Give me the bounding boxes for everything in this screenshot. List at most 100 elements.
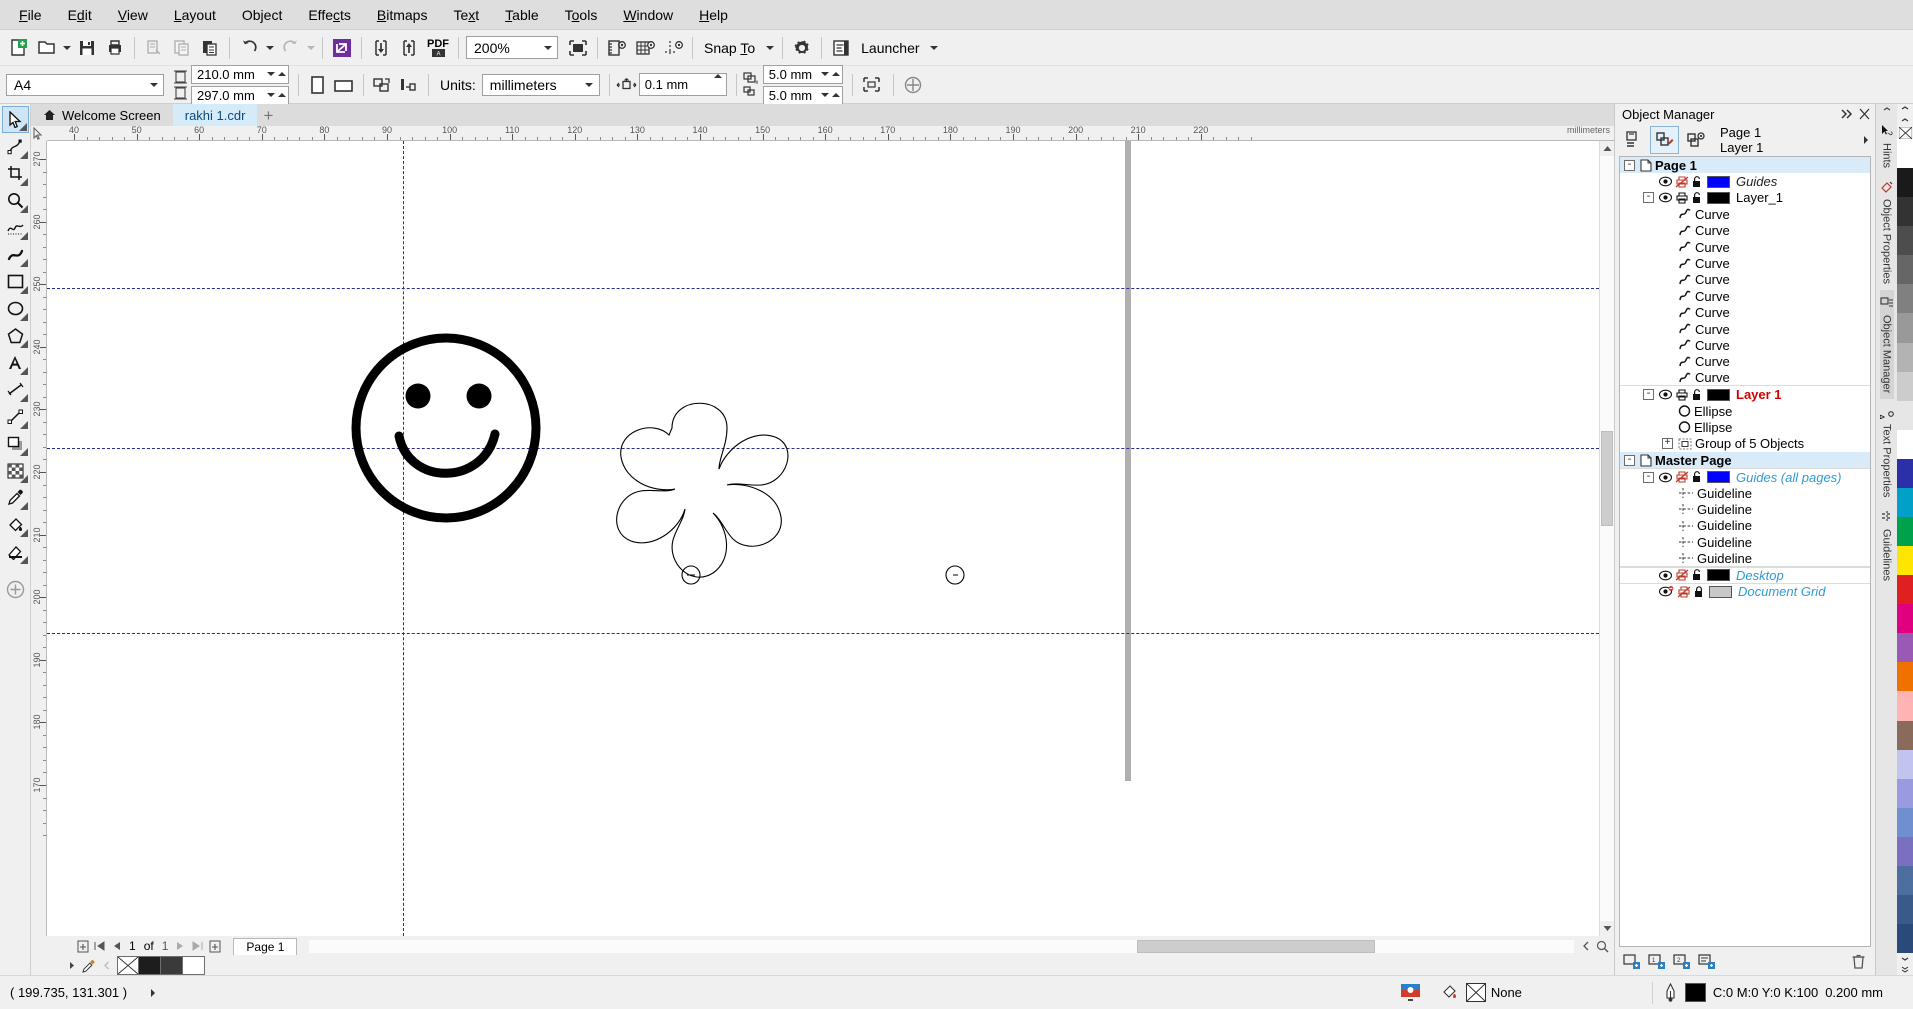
redo-icon[interactable] xyxy=(276,34,304,62)
status-expand-icon[interactable] xyxy=(149,988,157,998)
landscape-orientation-icon[interactable] xyxy=(330,72,356,98)
object-tree-row[interactable]: Guideline xyxy=(1620,550,1870,567)
menu-item-file[interactable]: File xyxy=(6,3,55,27)
redo-dropdown-arrow-icon[interactable] xyxy=(304,34,317,62)
menu-item-text[interactable]: Text xyxy=(440,3,492,27)
print-icon[interactable] xyxy=(1675,192,1689,204)
eye-icon[interactable] xyxy=(1659,472,1672,483)
layer-color-swatch[interactable] xyxy=(1707,471,1730,484)
rail-tab-text-properties[interactable]: A Text Properties xyxy=(1880,399,1894,503)
object-tree-row[interactable]: - Master Page xyxy=(1620,452,1870,469)
eye-icon[interactable] xyxy=(1659,192,1672,203)
zoom-level-combo[interactable]: 200% xyxy=(466,36,558,59)
new-document-tab-button[interactable]: + xyxy=(257,106,279,126)
print-icon[interactable] xyxy=(101,34,129,62)
layer-manager-view-icon[interactable] xyxy=(1650,126,1679,154)
palette-color-11[interactable] xyxy=(1897,458,1913,488)
portrait-orientation-icon[interactable] xyxy=(304,72,330,98)
object-tree-row[interactable]: Guideline xyxy=(1620,501,1870,517)
object-tree-row[interactable]: - Guides (all pages) xyxy=(1620,468,1870,485)
page-height-field[interactable]: 297.0 mm xyxy=(191,85,289,105)
pick-tool[interactable] xyxy=(1,106,29,133)
publish-to-pdf-icon[interactable]: PDF A xyxy=(423,34,453,62)
rail-tab-guidelines[interactable]: Guidelines xyxy=(1880,504,1894,587)
snap-to-label[interactable]: Snap To xyxy=(698,40,761,56)
eye-disabled-icon[interactable] xyxy=(1659,586,1674,597)
freehand-tool[interactable] xyxy=(2,214,29,241)
rail-scroll-up-icon[interactable] xyxy=(1883,104,1891,118)
rectangle-tool[interactable] xyxy=(2,268,29,295)
vertical-scrollbar[interactable] xyxy=(1599,141,1614,936)
menu-item-object[interactable]: Object xyxy=(229,3,295,27)
object-tree-row[interactable]: Curve xyxy=(1620,255,1870,271)
palette-color-22[interactable] xyxy=(1897,778,1913,808)
zoom-dropdown-arrow-icon[interactable] xyxy=(537,37,557,58)
palette-color-6[interactable] xyxy=(1897,313,1913,343)
text-tool[interactable] xyxy=(2,349,29,376)
eyedropper-icon[interactable] xyxy=(81,959,97,973)
palette-color-16[interactable] xyxy=(1897,604,1913,634)
palette-color-1[interactable] xyxy=(1897,168,1913,198)
object-tree-row[interactable]: - Page 1 xyxy=(1620,157,1870,174)
menu-item-window[interactable]: Window xyxy=(610,3,686,27)
new-document-icon[interactable] xyxy=(4,34,32,62)
close-icon[interactable] xyxy=(1858,108,1871,120)
artwork-layer[interactable] xyxy=(47,141,1292,781)
vertical-scroll-thumb[interactable] xyxy=(1601,431,1613,526)
outline-pen-segment[interactable]: C:0 M:0 Y:0 K:100 0.200 mm xyxy=(1653,976,1913,1009)
dup-x-down-icon[interactable] xyxy=(820,72,829,76)
palette-color-4[interactable] xyxy=(1897,255,1913,285)
object-tree-row[interactable]: Ellipse xyxy=(1620,419,1870,435)
palette-expand-icon[interactable] xyxy=(1897,964,1913,975)
transparency-tool[interactable] xyxy=(2,457,29,484)
palette-color-25[interactable] xyxy=(1897,865,1913,896)
crop-tool[interactable] xyxy=(2,160,29,187)
color-strip-prev-icon[interactable] xyxy=(101,961,111,970)
eye-icon[interactable] xyxy=(1659,570,1672,581)
color-proof-settings-icon[interactable] xyxy=(1390,976,1431,1009)
palette-swatches[interactable] xyxy=(1897,139,1913,954)
fill-none-swatch[interactable] xyxy=(1465,983,1486,1002)
collapse-node-icon[interactable]: - xyxy=(1643,389,1654,401)
menu-item-table[interactable]: Table xyxy=(492,3,551,27)
palette-color-8[interactable] xyxy=(1897,371,1913,401)
ruler-origin-corner[interactable] xyxy=(31,126,47,141)
current-page-number[interactable]: 1 xyxy=(126,939,139,953)
apply-to-all-pages-icon[interactable] xyxy=(369,72,395,98)
paste-icon[interactable] xyxy=(196,34,224,62)
color-swatch-1[interactable] xyxy=(161,956,183,975)
snap-to-dropdown-arrow-icon[interactable] xyxy=(761,34,777,62)
smart-fill-tool[interactable] xyxy=(2,538,29,565)
export-down-icon[interactable] xyxy=(367,34,395,62)
dup-y-down-icon[interactable] xyxy=(820,93,829,97)
straight-line-connector-tool[interactable] xyxy=(2,403,29,430)
palette-color-23[interactable] xyxy=(1897,807,1913,837)
treat-as-filled-icon[interactable] xyxy=(858,72,886,98)
layer-color-swatch[interactable] xyxy=(1707,388,1730,401)
palette-color-9[interactable] xyxy=(1897,400,1913,430)
object-tree-row[interactable]: - Layer 1 xyxy=(1620,386,1870,402)
palette-scroll-up-icon[interactable] xyxy=(1897,104,1913,115)
color-eyedropper-tool[interactable] xyxy=(2,484,29,511)
copy-icon[interactable] xyxy=(168,34,196,62)
first-page-icon[interactable] xyxy=(92,938,107,954)
shape-tool[interactable] xyxy=(2,133,29,160)
insert-page-after-icon[interactable] xyxy=(207,938,222,954)
layer-color-swatch[interactable] xyxy=(1709,585,1732,598)
object-tree-row[interactable]: Guideline xyxy=(1620,534,1870,550)
ellipse-tool[interactable] xyxy=(2,295,29,322)
previous-page-icon[interactable] xyxy=(109,938,124,954)
horizontal-ruler[interactable]: 40 50 60 70 80 90 100 110 120 130 140 150 160 170 180 1… xyxy=(47,126,1614,141)
open-dropdown-arrow-icon[interactable] xyxy=(60,34,73,62)
palette-color-21[interactable] xyxy=(1897,749,1913,779)
nudge-up-icon[interactable] xyxy=(713,74,722,78)
palette-color-14[interactable] xyxy=(1897,546,1913,576)
collapse-node-icon[interactable]: - xyxy=(1624,454,1635,466)
duplicate-distance-x-field[interactable]: 5.0 mm xyxy=(762,64,843,84)
color-swatch-0[interactable] xyxy=(139,956,161,975)
unlock-icon[interactable] xyxy=(1692,471,1702,483)
collapse-node-icon[interactable]: - xyxy=(1643,192,1654,204)
zoom-tool[interactable] xyxy=(2,187,29,214)
import-icon[interactable] xyxy=(328,34,356,62)
unlock-icon[interactable] xyxy=(1692,175,1702,188)
